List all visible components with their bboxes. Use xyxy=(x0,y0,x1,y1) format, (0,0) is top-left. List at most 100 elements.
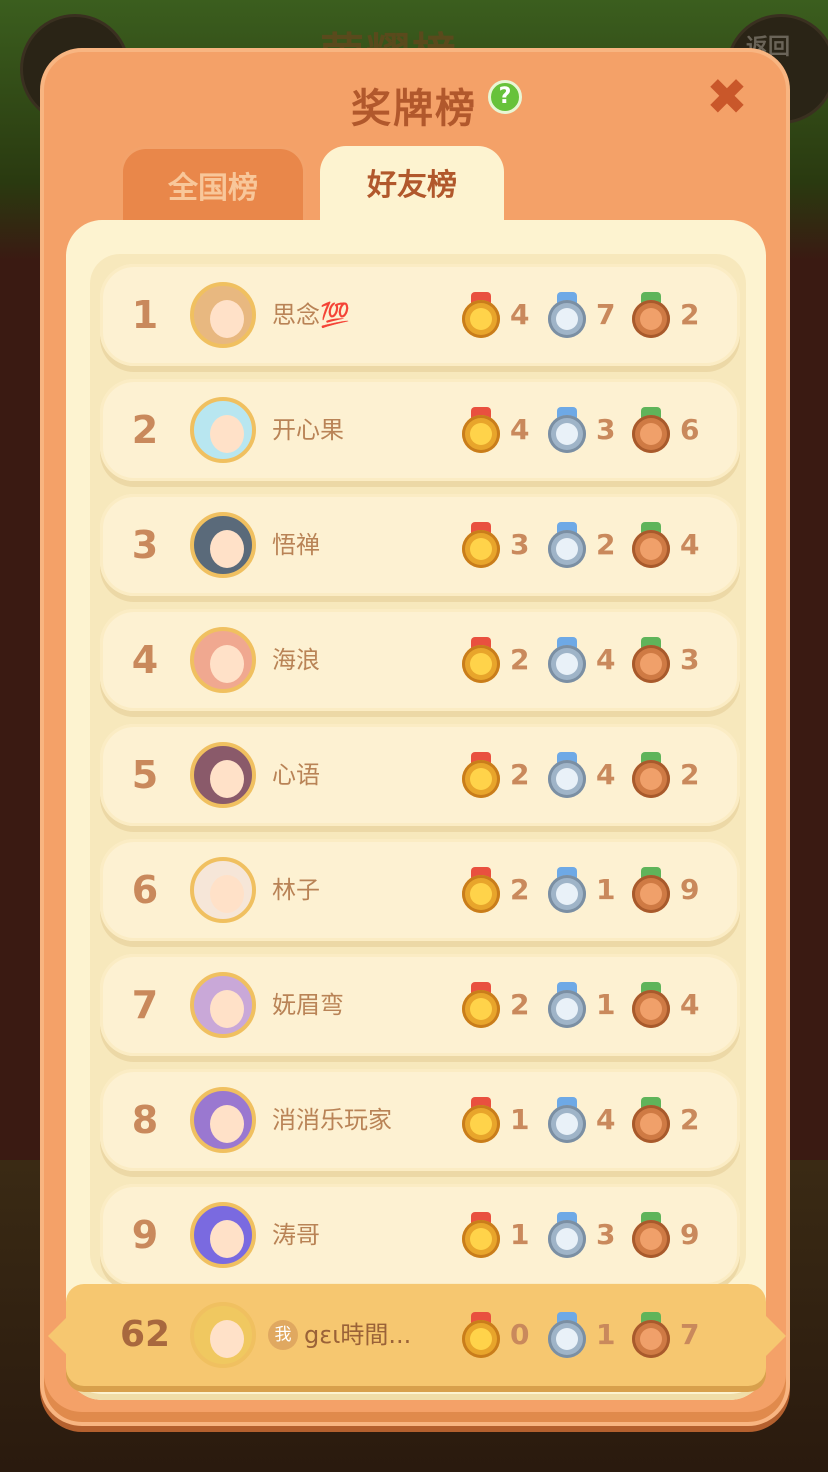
leaderboard-row[interactable]: 3 悟禅 3 2 4 xyxy=(100,494,740,596)
player-avatar[interactable] xyxy=(190,742,256,808)
rank-number: 1 xyxy=(131,293,159,337)
leaderboard-row[interactable]: 7 妩眉弯 2 1 4 xyxy=(100,954,740,1056)
gold-count: 1 xyxy=(510,1103,530,1136)
silver-count: 1 xyxy=(596,988,616,1021)
avatar-face-icon xyxy=(210,760,244,798)
gold-count: 1 xyxy=(510,1218,530,1251)
bronze-medal-icon xyxy=(632,867,670,917)
silver-count: 3 xyxy=(596,1218,616,1251)
tab-national[interactable]: 全国榜 xyxy=(120,146,306,226)
bronze-count: 2 xyxy=(680,758,700,791)
gold-count: 2 xyxy=(510,758,530,791)
bronze-count: 2 xyxy=(680,298,700,331)
rank-number: 7 xyxy=(131,983,159,1027)
avatar-face-icon xyxy=(210,875,244,913)
player-name: 思念💯 xyxy=(272,301,350,329)
avatar-face-icon xyxy=(210,415,244,453)
leaderboard-row[interactable]: 5 心语 2 4 2 xyxy=(100,724,740,826)
player-name: 消消乐玩家 xyxy=(272,1106,392,1134)
bronze-count: 2 xyxy=(680,1103,700,1136)
leaderboard-row[interactable]: 9 涛哥 1 3 9 xyxy=(100,1184,740,1286)
player-name: 心语 xyxy=(272,761,320,789)
self-row-right-arrow xyxy=(764,1314,786,1358)
bronze-medal-icon xyxy=(632,522,670,572)
rank-number: 6 xyxy=(131,868,159,912)
player-name: 开心果 xyxy=(272,416,344,444)
rank-number: 9 xyxy=(131,1213,159,1257)
gold-medal-icon xyxy=(462,407,500,457)
self-avatar[interactable] xyxy=(190,1302,256,1368)
gold-medal-icon xyxy=(462,292,500,342)
silver-count: 3 xyxy=(596,413,616,446)
gold-medal-icon xyxy=(462,982,500,1032)
gold-medal-icon xyxy=(462,1212,500,1262)
leaderboard-row[interactable]: 4 海浪 2 4 3 xyxy=(100,609,740,711)
player-avatar[interactable] xyxy=(190,857,256,923)
player-avatar[interactable] xyxy=(190,1202,256,1268)
self-rank-row: 62 我 gεɩ時間... 0 1 7 xyxy=(66,1284,766,1386)
silver-medal-icon xyxy=(548,292,586,342)
leaderboard-row[interactable]: 8 消消乐玩家 1 4 2 xyxy=(100,1069,740,1171)
me-badge: 我 xyxy=(268,1320,298,1350)
silver-count: 4 xyxy=(596,758,616,791)
bronze-medal-icon xyxy=(632,982,670,1032)
avatar-face-icon xyxy=(210,1320,244,1358)
silver-count: 4 xyxy=(596,643,616,676)
rank-number: 5 xyxy=(131,753,159,797)
silver-medal-icon xyxy=(548,1097,586,1147)
avatar-face-icon xyxy=(210,300,244,338)
player-avatar[interactable] xyxy=(190,972,256,1038)
bronze-medal-icon xyxy=(632,1312,670,1362)
player-avatar[interactable] xyxy=(190,512,256,578)
silver-medal-icon xyxy=(548,982,586,1032)
silver-medal-icon xyxy=(548,407,586,457)
bronze-medal-icon xyxy=(632,752,670,802)
player-name: 林子 xyxy=(272,876,320,904)
tab-friends[interactable]: 好友榜 xyxy=(320,146,504,226)
gold-count: 2 xyxy=(510,643,530,676)
player-avatar[interactable] xyxy=(190,1087,256,1153)
rank-number: 8 xyxy=(131,1098,159,1142)
bronze-count: 3 xyxy=(680,643,700,676)
gold-count: 2 xyxy=(510,873,530,906)
gold-count: 4 xyxy=(510,413,530,446)
player-name: 妩眉弯 xyxy=(272,991,344,1019)
bronze-count: 6 xyxy=(680,413,700,446)
silver-count: 2 xyxy=(596,528,616,561)
avatar-face-icon xyxy=(210,1220,244,1258)
player-name: 涛哥 xyxy=(272,1221,320,1249)
silver-count: 1 xyxy=(596,1318,616,1351)
player-avatar[interactable] xyxy=(190,627,256,693)
player-avatar[interactable] xyxy=(190,282,256,348)
gold-count: 2 xyxy=(510,988,530,1021)
gold-medal-icon xyxy=(462,522,500,572)
bronze-count: 7 xyxy=(680,1318,700,1351)
self-name: gεɩ時間... xyxy=(304,1321,412,1349)
leaderboard-row[interactable]: 6 林子 2 1 9 xyxy=(100,839,740,941)
bronze-count: 4 xyxy=(680,988,700,1021)
player-avatar[interactable] xyxy=(190,397,256,463)
gold-medal-icon xyxy=(462,752,500,802)
silver-medal-icon xyxy=(548,867,586,917)
silver-medal-icon xyxy=(548,637,586,687)
gold-count: 3 xyxy=(510,528,530,561)
gold-count: 0 xyxy=(510,1318,530,1351)
player-name: 海浪 xyxy=(272,646,320,674)
gold-count: 4 xyxy=(510,298,530,331)
avatar-face-icon xyxy=(210,530,244,568)
close-icon[interactable]: ✖ xyxy=(702,72,752,122)
bronze-count: 4 xyxy=(680,528,700,561)
silver-medal-icon xyxy=(548,1212,586,1262)
leaderboard-row[interactable]: 1 思念💯 4 7 2 xyxy=(100,264,740,366)
leaderboard-row[interactable]: 2 开心果 4 3 6 xyxy=(100,379,740,481)
gold-medal-icon xyxy=(462,1097,500,1147)
bronze-count: 9 xyxy=(680,873,700,906)
avatar-face-icon xyxy=(210,990,244,1028)
rank-number: 3 xyxy=(131,523,159,567)
bronze-medal-icon xyxy=(632,637,670,687)
bronze-medal-icon xyxy=(632,1097,670,1147)
silver-count: 1 xyxy=(596,873,616,906)
rank-number: 2 xyxy=(131,408,159,452)
help-icon[interactable]: ? xyxy=(488,80,522,114)
bronze-medal-icon xyxy=(632,1212,670,1262)
